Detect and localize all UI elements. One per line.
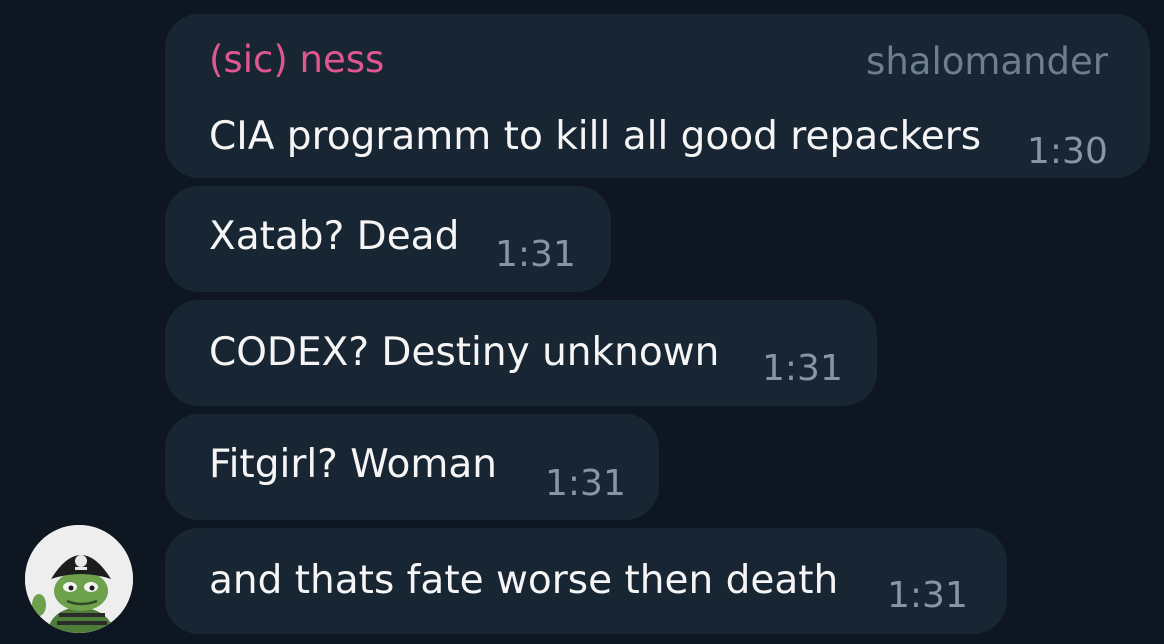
message-time: 1:31 <box>545 463 626 504</box>
message-bubble[interactable]: Fitgirl? Woman 1:31 <box>165 414 659 520</box>
user-avatar[interactable] <box>25 525 133 633</box>
message-text: Fitgirl? Woman <box>209 442 498 487</box>
message-text: CODEX? Destiny unknown <box>209 330 720 375</box>
message-text: Xatab? Dead <box>209 214 460 259</box>
message-bubble[interactable]: Xatab? Dead 1:31 <box>165 186 611 292</box>
message-time: 1:30 <box>1027 131 1108 172</box>
message-text: CIA programm to kill all good repackers <box>209 114 982 159</box>
message-bubble[interactable]: CODEX? Destiny unknown 1:31 <box>165 300 877 406</box>
message-time: 1:31 <box>887 575 968 616</box>
sender-username: shalomander <box>866 40 1108 83</box>
message-bubble[interactable]: (sic) ness shalomander CIA programm to k… <box>165 14 1150 178</box>
message-time: 1:31 <box>495 234 576 275</box>
message-text: and thats fate worse then death <box>209 558 839 603</box>
message-bubble[interactable]: and thats fate worse then death 1:31 <box>165 528 1007 634</box>
sender-name[interactable]: (sic) ness <box>209 38 384 82</box>
message-time: 1:31 <box>762 348 843 389</box>
pepe-pirate-avatar-icon <box>25 525 133 633</box>
chat-view: (sic) ness shalomander CIA programm to k… <box>0 0 1164 644</box>
